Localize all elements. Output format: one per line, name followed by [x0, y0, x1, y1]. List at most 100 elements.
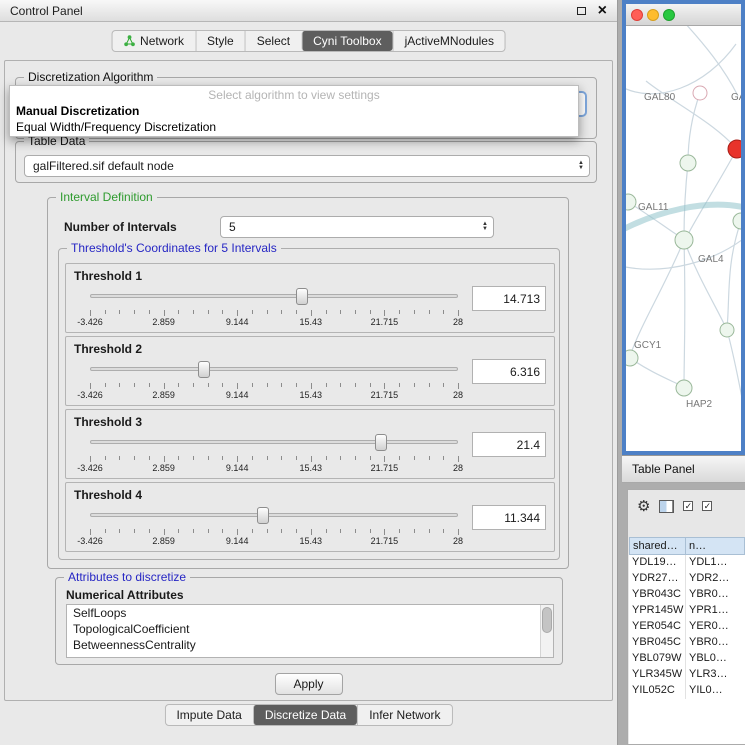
attribute-item-selfloops[interactable]: SelfLoops — [67, 605, 553, 621]
slider-handle-2[interactable] — [198, 361, 210, 378]
tick-mark — [281, 529, 282, 533]
split-columns-icon[interactable] — [659, 500, 674, 513]
float-window-icon[interactable] — [577, 7, 586, 15]
algorithm-option-equal-width-frequency-discretization[interactable]: Equal Width/Frequency Discretization — [10, 119, 578, 135]
table-row[interactable]: YBL079WYBL0… — [629, 651, 745, 667]
tick-mark — [384, 383, 385, 389]
table-row[interactable]: YPR145WYPR1… — [629, 603, 745, 619]
close-traffic-light-icon[interactable] — [631, 9, 643, 21]
tick-mark — [340, 529, 341, 533]
scale-label: -3.426 — [77, 463, 103, 473]
slider-handle-1[interactable] — [296, 288, 308, 305]
table-panel-header: Table Panel — [622, 455, 745, 483]
tab-infer-network[interactable]: Infer Network — [357, 705, 451, 725]
network-edge — [630, 358, 682, 386]
table-cell[interactable]: YER054C — [629, 619, 686, 635]
table-cell[interactable]: YLR3… — [686, 667, 745, 683]
tick-mark — [355, 529, 356, 533]
network-node[interactable] — [626, 194, 636, 210]
table-data-combo[interactable]: galFiltered.sif default node ▲▼ — [24, 155, 590, 177]
network-node[interactable] — [626, 350, 638, 366]
threshold-value-2[interactable]: 6.316 — [472, 359, 546, 384]
network-node[interactable] — [675, 231, 693, 249]
threshold-slider-1[interactable]: -3.4262.8599.14415.4321.71528 — [90, 286, 458, 330]
network-node-outline[interactable] — [693, 86, 707, 100]
column-header-1[interactable]: shared… — [629, 537, 686, 555]
table-row[interactable]: YBR045CYBR0… — [629, 635, 745, 651]
algorithm-options: Manual DiscretizationEqual Width/Frequen… — [10, 103, 578, 135]
table-row[interactable]: YIL052CYIL0… — [629, 683, 745, 699]
table-row[interactable]: YDL19…YDL1… — [629, 555, 745, 571]
network-node[interactable] — [680, 155, 696, 171]
table-cell[interactable]: YDR27… — [629, 571, 686, 587]
tick-mark — [164, 456, 165, 462]
threshold-slider-4[interactable]: -3.4262.8599.14415.4321.71528 — [90, 505, 458, 549]
minimize-traffic-light-icon[interactable] — [647, 9, 659, 21]
network-node-selected[interactable] — [728, 140, 741, 158]
apply-button[interactable]: Apply — [274, 673, 342, 695]
tab-cyni-toolbox[interactable]: Cyni Toolbox — [301, 31, 392, 51]
tick-mark — [443, 383, 444, 387]
tick-mark — [296, 529, 297, 533]
table-cell[interactable]: YIL0… — [686, 683, 745, 699]
table-row[interactable]: YDR27…YDR2… — [629, 571, 745, 587]
tab-select-label: Select — [257, 34, 290, 48]
scale-label: 28 — [453, 536, 463, 546]
settings-gear-icon[interactable]: ⚙ — [637, 499, 650, 514]
column-header-2[interactable]: n… — [686, 537, 745, 555]
network-node[interactable] — [676, 380, 692, 396]
tick-mark — [164, 383, 165, 389]
table-cell[interactable]: YDL1… — [686, 555, 745, 571]
tick-mark — [119, 310, 120, 314]
threshold-value-1[interactable]: 14.713 — [472, 286, 546, 311]
table-cell[interactable]: YPR145W — [629, 603, 686, 619]
tick-mark — [370, 310, 371, 314]
tab-impute-data[interactable]: Impute Data — [165, 705, 252, 725]
network-node[interactable] — [720, 323, 734, 337]
table-cell[interactable]: YBL0… — [686, 651, 745, 667]
slider-handle-3[interactable] — [375, 434, 387, 451]
table-row[interactable]: YER054CYER0… — [629, 619, 745, 635]
tick-mark — [399, 456, 400, 460]
attribute-item-topologicalcoefficient[interactable]: TopologicalCoefficient — [67, 621, 553, 637]
slider-handle-4[interactable] — [257, 507, 269, 524]
table-cell[interactable]: YBR045C — [629, 635, 686, 651]
tab-style[interactable]: Style — [195, 31, 245, 51]
table-cell[interactable]: YER0… — [686, 619, 745, 635]
table-cell[interactable]: YLR345W — [629, 667, 686, 683]
close-icon[interactable]: × — [598, 3, 607, 19]
table-row[interactable]: YLR345WYLR3… — [629, 667, 745, 683]
table-cell[interactable]: YIL052C — [629, 683, 686, 699]
scrollbar-thumb[interactable] — [542, 607, 552, 633]
table-cell[interactable]: YBR0… — [686, 587, 745, 603]
network-node[interactable] — [733, 213, 741, 229]
threshold-slider-3[interactable]: -3.4262.8599.14415.4321.71528 — [90, 432, 458, 476]
select-none-checkbox-icon[interactable]: ✓ — [702, 501, 712, 511]
threshold-value-4[interactable]: 11.344 — [472, 505, 546, 530]
table-row[interactable]: YBR043CYBR0… — [629, 587, 745, 603]
tab-select[interactable]: Select — [245, 31, 301, 51]
node-label-gal4: GAL4 — [698, 254, 724, 265]
table-cell[interactable]: YDR2… — [686, 571, 745, 587]
number-of-intervals-combo[interactable]: 5 ▲▼ — [220, 216, 494, 238]
table-cell[interactable]: YBR0… — [686, 635, 745, 651]
apply-button-label: Apply — [293, 677, 323, 691]
tick-mark — [208, 383, 209, 387]
network-canvas[interactable]: GAL80GAGAL11GAL4GCY1HAP2 — [626, 26, 741, 451]
table-cell[interactable]: YPR1… — [686, 603, 745, 619]
tab-jactivemnodules[interactable]: jActiveMNodules — [393, 31, 505, 51]
threshold-slider-2[interactable]: -3.4262.8599.14415.4321.71528 — [90, 359, 458, 403]
threshold-value-3[interactable]: 21.4 — [472, 432, 546, 457]
table-cell[interactable]: YBR043C — [629, 587, 686, 603]
table-rows: YDL19…YDL1…YDR27…YDR2…YBR043CYBR0…YPR145… — [629, 555, 745, 699]
list-scrollbar[interactable] — [540, 605, 553, 657]
tab-network[interactable]: Network — [112, 31, 195, 51]
zoom-traffic-light-icon[interactable] — [663, 9, 675, 21]
select-all-checkbox-icon[interactable]: ✓ — [683, 501, 693, 511]
algorithm-option-manual-discretization[interactable]: Manual Discretization — [10, 103, 578, 119]
numerical-attributes-list: SelfLoopsTopologicalCoefficientBetweenne… — [66, 604, 554, 658]
attribute-item-betweennesscentrality[interactable]: BetweennessCentrality — [67, 637, 553, 653]
table-cell[interactable]: YDL19… — [629, 555, 686, 571]
tab-discretize-data[interactable]: Discretize Data — [253, 705, 357, 725]
table-cell[interactable]: YBL079W — [629, 651, 686, 667]
